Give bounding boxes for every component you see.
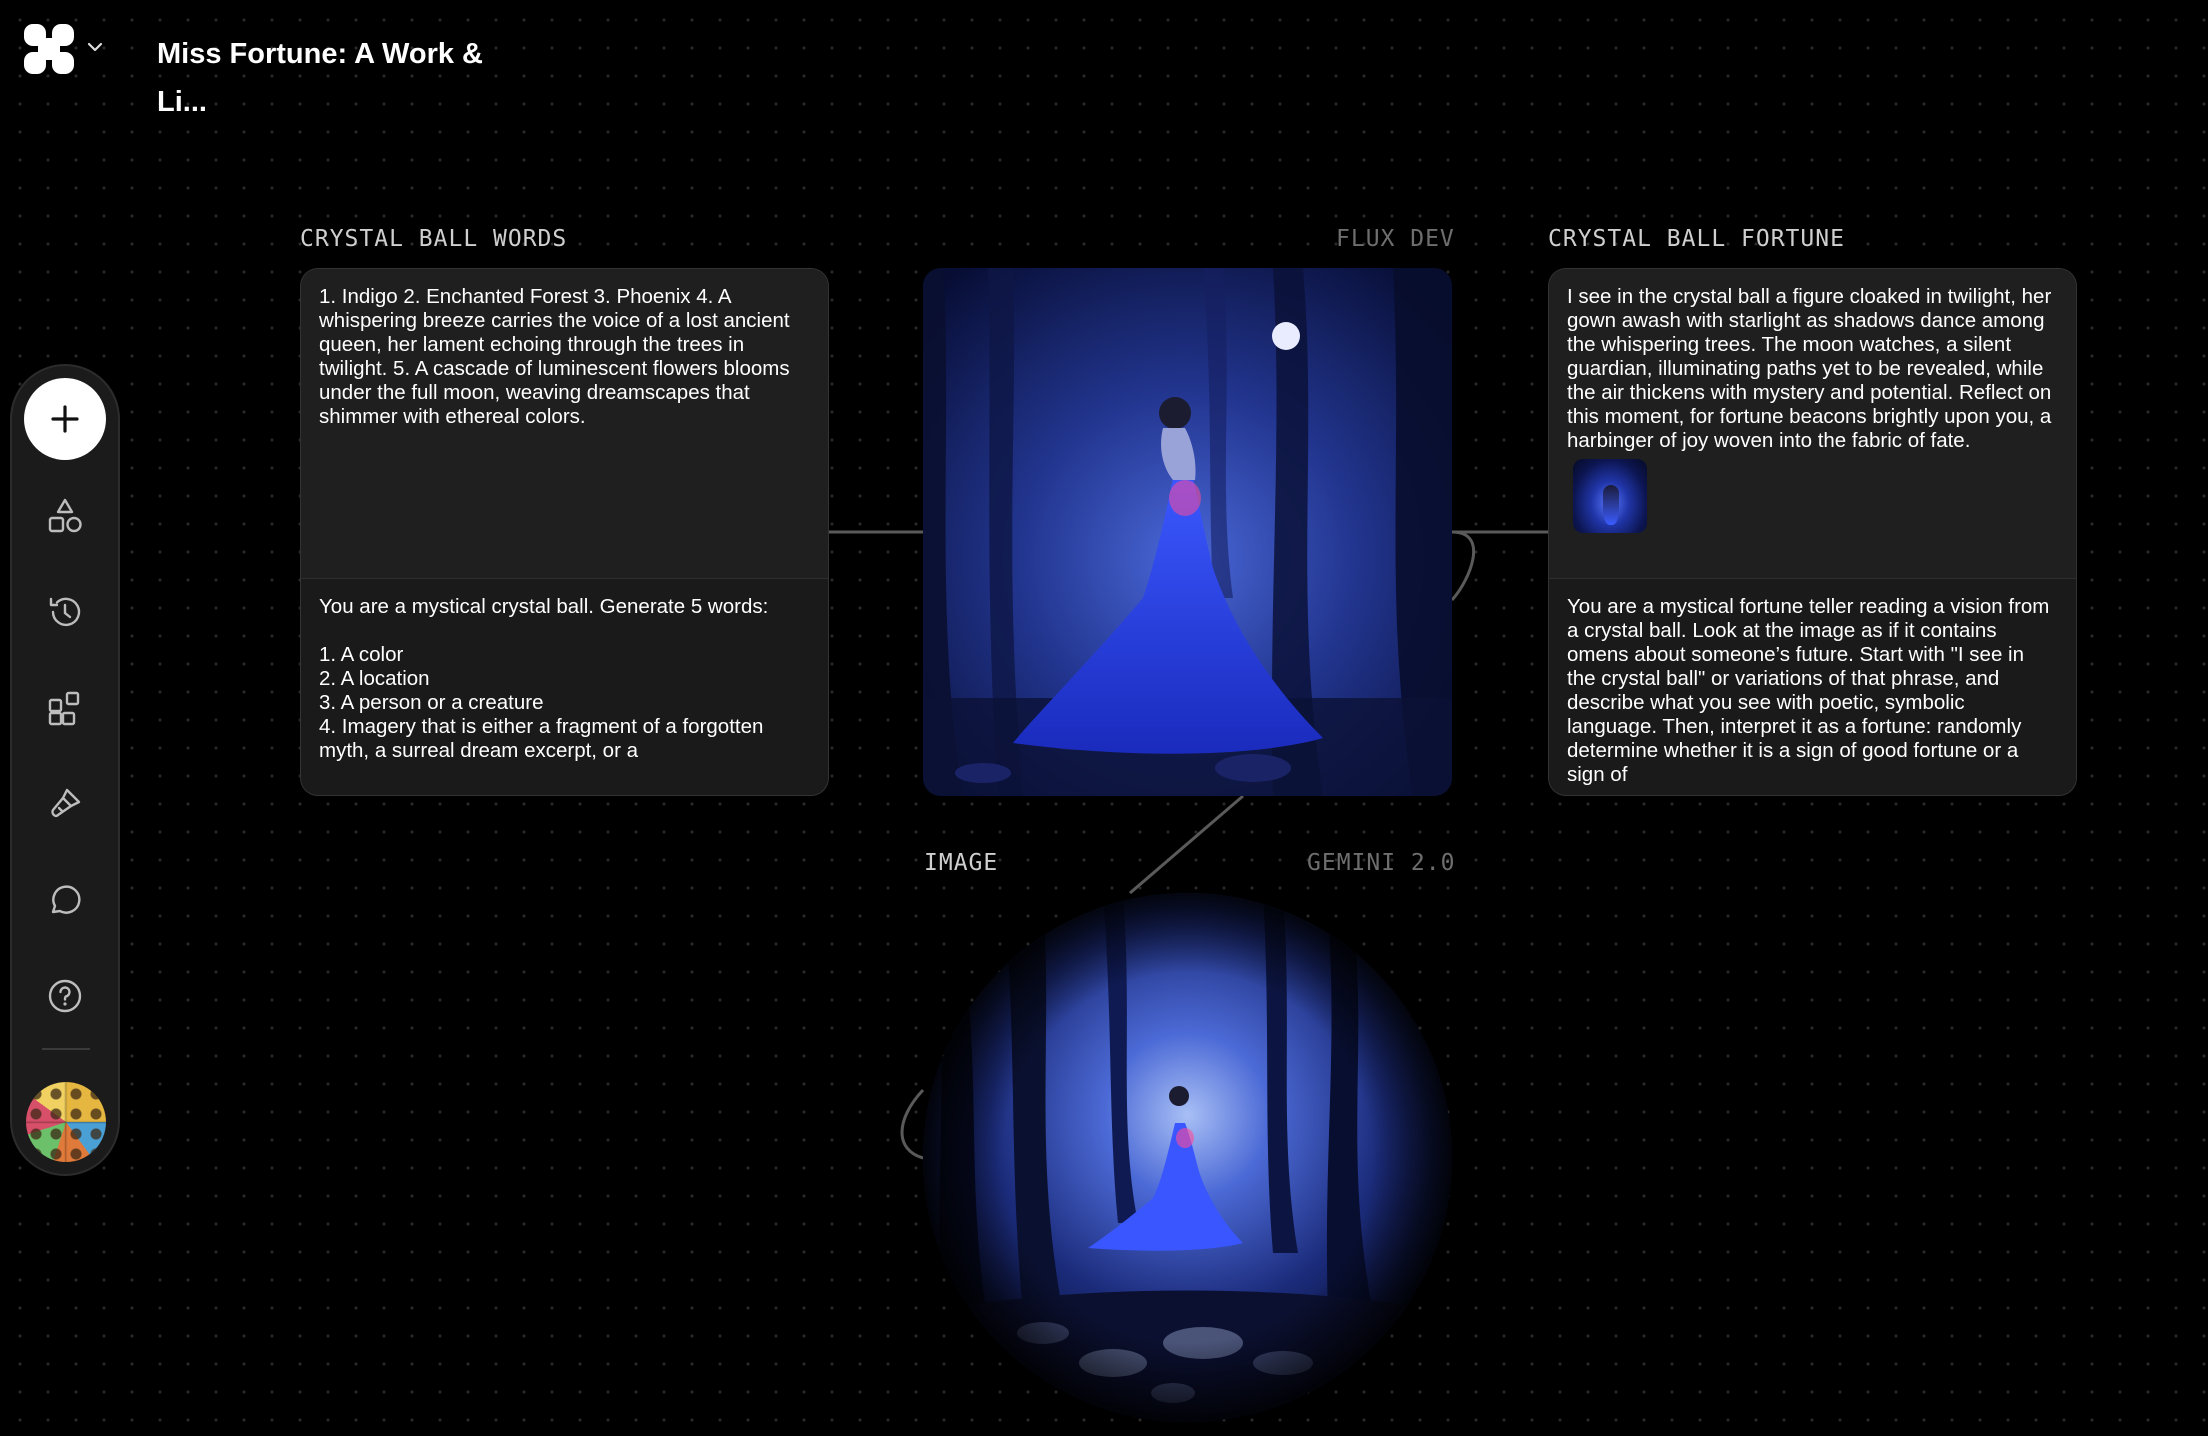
crystal-ball-words-label: CRYSTAL BALL WORDS (300, 226, 568, 252)
chevron-down-icon[interactable] (84, 36, 106, 58)
image-node-label: IMAGE (924, 850, 999, 876)
crystal-ball-fortune-node[interactable]: I see in the crystal ball a figure cloak… (1548, 268, 2077, 796)
brush-button[interactable] (41, 780, 89, 828)
shapes-icon (48, 498, 82, 533)
brush-icon (51, 788, 81, 818)
shapes-button[interactable] (41, 492, 89, 540)
left-toolbar (10, 364, 120, 1176)
project-title[interactable]: Miss Fortune: A Work & Li... (157, 30, 497, 126)
fortune-output-text: I see in the crystal ball a figure cloak… (1567, 285, 2052, 452)
input-image-thumbnail[interactable] (1573, 459, 1647, 533)
words-output-text: 1. Indigo 2. Enchanted Forest 3. Phoenix… (301, 269, 828, 579)
flux-dev-label: FLUX DEV (1336, 226, 1455, 252)
flux-dev-image-node[interactable] (923, 268, 1452, 796)
generated-forest-image (923, 268, 1452, 796)
crystal-ball-forest-image (923, 893, 1452, 1422)
history-button[interactable] (41, 588, 89, 636)
app-logo-icon[interactable] (22, 22, 76, 76)
add-node-button[interactable] (24, 378, 106, 460)
help-icon (48, 979, 82, 1013)
widgets-button[interactable] (41, 684, 89, 732)
crystal-ball-words-node[interactable]: 1. Indigo 2. Enchanted Forest 3. Phoenix… (300, 268, 829, 796)
words-prompt-text[interactable]: You are a mystical crystal ball. Generat… (301, 579, 828, 795)
gemini-crystal-ball-image-node[interactable] (923, 893, 1452, 1422)
gemini-model-label: GEMINI 2.0 (1307, 850, 1456, 876)
fortune-prompt-text[interactable]: You are a mystical fortune teller readin… (1549, 579, 2076, 795)
help-button[interactable] (41, 972, 89, 1020)
fortune-output: I see in the crystal ball a figure cloak… (1549, 269, 2076, 579)
chat-icon (51, 885, 81, 914)
toolbar-divider (42, 1048, 90, 1050)
history-icon (49, 597, 81, 627)
chat-button[interactable] (41, 876, 89, 924)
widgets-icon (48, 691, 80, 726)
crystal-ball-fortune-label: CRYSTAL BALL FORTUNE (1548, 226, 1845, 252)
plus-icon (51, 405, 79, 433)
user-avatar[interactable] (26, 1082, 106, 1162)
